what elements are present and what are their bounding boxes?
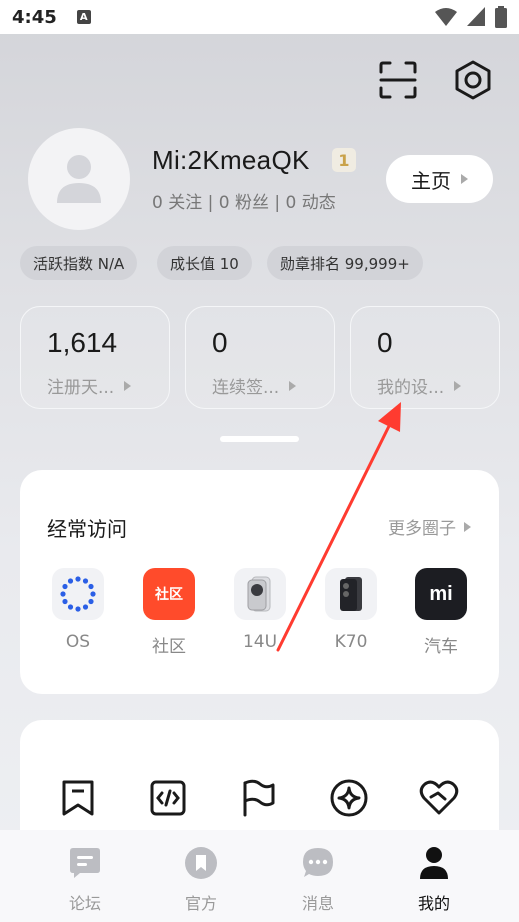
stat-label-text: 注册天...	[47, 378, 115, 398]
stat-value: 0	[377, 327, 393, 358]
stat-label: 我的设...	[377, 373, 462, 398]
chevron-right-icon	[464, 521, 471, 532]
message-icon	[303, 848, 333, 877]
stat-label: 注册天...	[47, 373, 132, 398]
stat-card-my-devices[interactable]: 0 我的设...	[350, 306, 500, 409]
chevron-right-icon	[454, 380, 462, 391]
forum-icon	[70, 848, 100, 878]
tab-mine[interactable]: 我的	[394, 846, 474, 914]
stat-label-text: 连续签...	[212, 378, 280, 398]
status-indicators	[435, 6, 507, 28]
app-os[interactable]: OS	[43, 568, 113, 652]
scan-button[interactable]	[376, 58, 420, 102]
stat-value: 1,614	[47, 327, 118, 358]
car-icon: mi	[415, 568, 467, 620]
official-icon	[185, 847, 217, 879]
tab-messages[interactable]: 消息	[278, 846, 358, 914]
bottom-tab-bar: 论坛 官方 消息 我的	[0, 830, 519, 922]
community-icon: 社区	[143, 568, 195, 620]
tab-forum[interactable]: 论坛	[45, 846, 125, 914]
home-button-label: 主页	[411, 168, 451, 193]
tab-label: 论坛	[68, 894, 101, 913]
chevron-right-icon	[461, 174, 468, 184]
user-silhouette-icon	[57, 155, 101, 203]
phone-k70-icon	[325, 568, 377, 620]
app-label: 14U	[242, 632, 278, 652]
stat-label-text: 我的设...	[377, 378, 445, 398]
app-label: 汽车	[424, 637, 458, 657]
code-button[interactable]	[148, 778, 188, 818]
settings-button[interactable]	[451, 58, 495, 102]
status-time: 4:45	[12, 6, 57, 28]
stat-card-registered-days[interactable]: 1,614 注册天...	[20, 306, 170, 409]
chevron-right-icon	[124, 380, 132, 391]
signal-icon	[467, 7, 485, 26]
bookmark-icon	[62, 780, 94, 816]
settings-icon	[455, 60, 491, 100]
drag-handle[interactable]	[220, 436, 299, 442]
chip-growth-value[interactable]: 成长值 10	[157, 246, 252, 280]
follow-stats[interactable]: 0 关注 | 0 粉丝 | 0 动态	[152, 188, 336, 213]
app-14u[interactable]: 14U	[225, 568, 295, 652]
tab-label: 消息	[301, 894, 334, 913]
tab-official[interactable]: 官方	[161, 846, 241, 914]
app-k70[interactable]: K70	[316, 568, 386, 652]
app-community[interactable]: 社区 社区	[134, 568, 204, 657]
notification-icon: A	[76, 10, 91, 24]
app-label: K70	[334, 632, 368, 652]
battery-icon	[495, 6, 507, 28]
bookmark-button[interactable]	[58, 778, 98, 818]
compass-icon	[330, 779, 368, 817]
level-badge: 1	[332, 148, 356, 172]
app-label: 社区	[152, 637, 186, 657]
flag-button[interactable]	[238, 778, 278, 818]
more-circles-link[interactable]: 更多圈子	[388, 514, 471, 539]
code-icon	[150, 780, 186, 816]
status-bar: 4:45 A	[0, 0, 519, 34]
stat-value: 0	[212, 327, 228, 358]
tab-label: 官方	[184, 894, 217, 913]
frequent-visits-card: 经常访问 更多圈子 OS 社区 社区 14U K70 mi 汽车	[20, 470, 499, 694]
home-button[interactable]: 主页	[386, 155, 493, 203]
chip-badge-rank[interactable]: 勋章排名 99,999+	[267, 246, 423, 280]
user-icon	[420, 847, 448, 879]
username: Mi:2KmeaQK	[152, 145, 310, 175]
app-label: OS	[65, 632, 91, 652]
app-car[interactable]: mi 汽车	[406, 568, 476, 657]
chip-activity-index[interactable]: 活跃指数 N/A	[20, 246, 138, 280]
more-circles-label: 更多圈子	[388, 519, 456, 539]
avatar[interactable]	[28, 128, 130, 230]
phone-14u-icon	[234, 568, 286, 620]
wifi-icon	[435, 8, 457, 26]
compass-button[interactable]	[329, 778, 369, 818]
flag-icon	[243, 779, 275, 817]
heart-icon	[419, 780, 459, 815]
os-icon	[52, 568, 104, 620]
scan-icon	[379, 61, 417, 99]
chevron-right-icon	[289, 380, 297, 391]
heart-button[interactable]	[419, 778, 459, 818]
section-title: 经常访问	[47, 517, 127, 541]
stat-card-checkin-streak[interactable]: 0 连续签...	[185, 306, 335, 409]
tab-label: 我的	[417, 894, 450, 913]
stat-label: 连续签...	[212, 373, 297, 398]
